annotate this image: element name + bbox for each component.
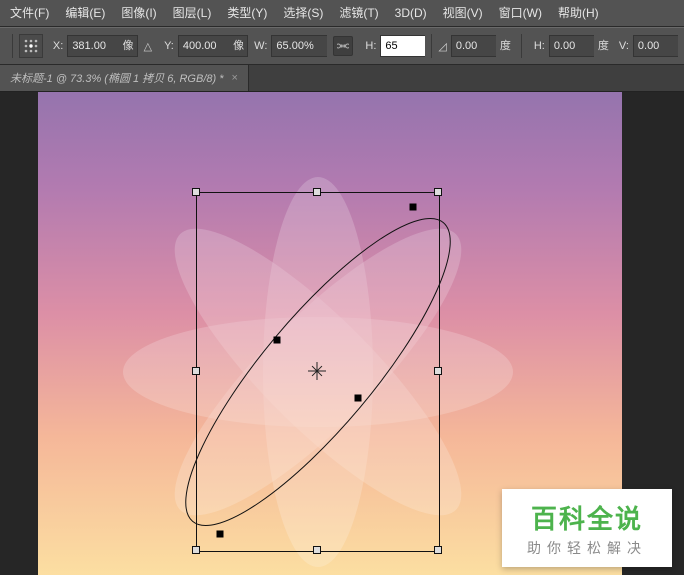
menu-help[interactable]: 帮助(H) xyxy=(550,0,607,26)
path-anchor[interactable] xyxy=(355,395,362,402)
w-input[interactable]: 65.00% xyxy=(271,35,327,57)
menu-filter[interactable]: 滤镜(T) xyxy=(331,0,386,26)
canvas-area: 百科全说 助你轻松解决 xyxy=(0,92,684,575)
x-unit: 像 xyxy=(120,35,138,57)
transform-handle-bm[interactable] xyxy=(313,546,321,554)
menu-window[interactable]: 窗口(W) xyxy=(491,0,550,26)
separator xyxy=(12,34,13,58)
menu-select[interactable]: 选择(S) xyxy=(275,0,331,26)
x-label: X: xyxy=(53,40,63,52)
watermark-subtitle: 助你轻松解决 xyxy=(527,538,647,558)
h-label: H: xyxy=(365,40,376,52)
skew-v-input[interactable]: 0.00 xyxy=(633,35,678,57)
options-bar: X: 381.00 像 △ Y: 400.00 像 W: 65.00% H: 6… xyxy=(0,27,684,65)
y-label: Y: xyxy=(164,40,174,52)
skew-h-unit: 度 xyxy=(594,36,613,56)
menu-3d[interactable]: 3D(D) xyxy=(387,0,435,26)
skew-h-input[interactable]: 0.00 xyxy=(549,35,594,57)
watermark-title: 百科全说 xyxy=(531,499,643,536)
menu-image[interactable]: 图像(I) xyxy=(113,0,164,26)
transform-handle-bl[interactable] xyxy=(192,546,200,554)
watermark: 百科全说 助你轻松解决 xyxy=(502,489,672,567)
transform-handle-tl[interactable] xyxy=(192,188,200,196)
reference-point-button[interactable] xyxy=(19,34,43,58)
transform-handle-tr[interactable] xyxy=(434,188,442,196)
separator xyxy=(431,34,432,58)
w-label: W: xyxy=(254,40,267,52)
menu-view[interactable]: 视图(V) xyxy=(435,0,491,26)
menu-type[interactable]: 类型(Y) xyxy=(219,0,275,26)
h-input[interactable]: 65 xyxy=(380,35,425,57)
rotate-icon: ◿ xyxy=(438,40,446,53)
menu-file[interactable]: 文件(F) xyxy=(2,0,57,26)
x-input[interactable]: 381.00 xyxy=(67,35,119,57)
path-anchor[interactable] xyxy=(217,531,224,538)
menu-bar: 文件(F) 编辑(E) 图像(I) 图层(L) 类型(Y) 选择(S) 滤镜(T… xyxy=(0,0,684,27)
y-unit: 像 xyxy=(230,35,248,57)
delta-icon[interactable]: △ xyxy=(144,40,152,53)
document-tab-title: 未标题-1 @ 73.3% (椭圆 1 拷贝 6, RGB/8) * xyxy=(10,70,224,86)
transform-handle-br[interactable] xyxy=(434,546,442,554)
separator xyxy=(521,34,522,58)
skew-v-label: V: xyxy=(619,40,629,52)
close-icon[interactable]: × xyxy=(232,72,238,84)
skew-h-label: H: xyxy=(534,40,545,52)
rotate-input[interactable]: 0.00 xyxy=(451,35,496,57)
transform-handle-mr[interactable] xyxy=(434,367,442,375)
path-anchor[interactable] xyxy=(274,337,281,344)
transform-handle-tm[interactable] xyxy=(313,188,321,196)
menu-edit[interactable]: 编辑(E) xyxy=(57,0,113,26)
y-input[interactable]: 400.00 xyxy=(178,35,230,57)
path-anchor[interactable] xyxy=(410,204,417,211)
transform-center-icon[interactable] xyxy=(308,362,326,380)
transform-handle-ml[interactable] xyxy=(192,367,200,375)
rotate-unit: 度 xyxy=(496,36,515,56)
link-aspect-button[interactable] xyxy=(333,36,353,56)
menu-layer[interactable]: 图层(L) xyxy=(165,0,220,26)
document-tab-bar: 未标题-1 @ 73.3% (椭圆 1 拷贝 6, RGB/8) * × xyxy=(0,65,684,92)
document-tab[interactable]: 未标题-1 @ 73.3% (椭圆 1 拷贝 6, RGB/8) * × xyxy=(0,65,249,91)
